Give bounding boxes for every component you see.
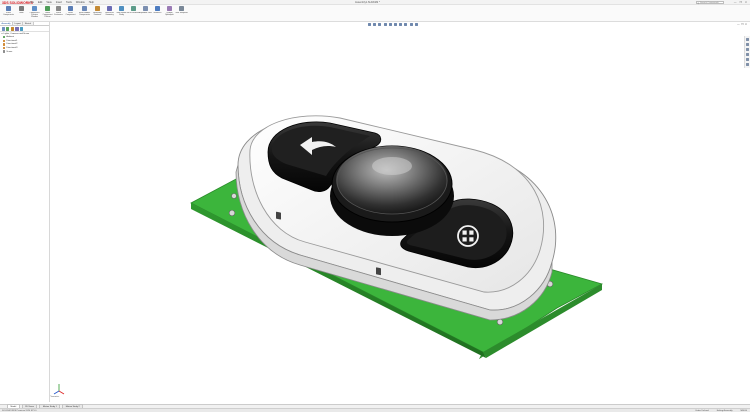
file-explorer-icon[interactable]: [745, 47, 750, 51]
cmd-icon: [143, 6, 148, 11]
cmd-icon: [179, 6, 184, 11]
units-selector[interactable]: MMGS: [741, 410, 747, 412]
menu-item-tools[interactable]: Tools: [66, 1, 72, 4]
status-version: SOLIDWORKS Premium 2024 SP1.0: [2, 409, 37, 412]
tree-item-label: Directional1: [6, 39, 18, 42]
axis-triad-icon: [53, 384, 65, 395]
cmd-button-component-preview-window[interactable]: Component Preview Window: [28, 6, 41, 21]
display-manager-icon[interactable]: [19, 27, 24, 31]
graphics-area[interactable]: [51, 22, 744, 402]
status-definition: Under Defined: [695, 409, 709, 412]
menu-item-edit[interactable]: Edit: [38, 1, 42, 4]
chevron-down-icon: ▾: [1, 32, 3, 35]
minimize-icon[interactable]: —: [734, 1, 737, 4]
property-manager-icon[interactable]: [6, 27, 10, 31]
cmd-button-take-snapshot[interactable]: Take Snapshot: [175, 6, 188, 21]
cmd-button-insert-components[interactable]: Insert Components: [2, 6, 15, 21]
tree-items: Ambient Directional1 Directional2 Direction…: [0, 36, 49, 54]
tree-item-label: Directional3: [6, 47, 18, 50]
cmd-label: Insert Components: [3, 12, 14, 17]
cmd-icon: [167, 6, 172, 11]
joystick-dome[interactable]: [330, 145, 454, 236]
cmd-label: Component Preview Window: [29, 12, 40, 19]
document-title: Assembly1.SLDASM *: [355, 1, 380, 4]
menu-item-insert[interactable]: Insert: [56, 1, 62, 4]
cmd-icon: [119, 6, 124, 11]
cmd-label: Mate: [19, 12, 24, 14]
tree-item[interactable]: Scene: [0, 50, 49, 54]
feature-manager-panel: Assembly Layout Sketch ▾ Lights, Cameras…: [0, 22, 50, 402]
cmd-icon: [45, 6, 50, 11]
cmd-button-show-hidden-components[interactable]: Show Hidden Components: [78, 6, 91, 21]
search-placeholder: Search Commands: [700, 1, 719, 4]
appearances-icon[interactable]: [745, 57, 750, 61]
cmd-button-mate[interactable]: Mate: [15, 6, 28, 21]
viewport-close-icon[interactable]: ✕: [745, 23, 747, 26]
cmd-icon: [155, 6, 160, 11]
command-manager: Insert Components Mate Component Preview W…: [0, 5, 750, 22]
scene-icon: [3, 50, 6, 53]
cmd-icon: [82, 6, 87, 11]
tree-item-label: Scene: [6, 50, 13, 53]
cmd-icon: [56, 6, 61, 11]
custom-properties-icon[interactable]: [745, 62, 750, 66]
cmd-label: Take Snapshot: [175, 12, 188, 14]
menu-item-view[interactable]: View: [46, 1, 51, 4]
feature-manager-icon[interactable]: [1, 27, 5, 31]
tab-layout[interactable]: Layout: [13, 22, 24, 25]
cmd-label: Show Hidden Components: [78, 12, 91, 17]
tree-root-label: Lights, Cameras and Scene: [3, 32, 30, 35]
tree-item-label: Directional2: [6, 43, 18, 46]
cmd-icon: [68, 6, 73, 11]
menu-item-window[interactable]: Window: [76, 1, 85, 4]
cmd-icon: [32, 6, 37, 11]
status-right: Under Defined Editing Assembly MMGS: [695, 410, 747, 412]
cmd-label: Move Component: [65, 12, 76, 17]
cmd-icon: [107, 6, 112, 11]
cmd-icon: [19, 6, 24, 11]
view-orientation-label: *Isometric: [50, 396, 60, 398]
cmd-icon: [95, 6, 100, 11]
cmd-icon: [6, 6, 11, 11]
tab-sketch[interactable]: Sketch: [23, 22, 34, 25]
app-logo[interactable]: 3DS SOLIDWORKS: [2, 1, 33, 5]
search-commands-input[interactable]: ⚲ Search Commands: [696, 0, 724, 5]
tree-item-label: Ambient: [6, 36, 15, 39]
close-icon[interactable]: ✕: [745, 1, 747, 4]
menu-item-file[interactable]: File: [30, 1, 34, 4]
joystick-module-model[interactable]: [51, 22, 744, 402]
task-pane-strip: [744, 36, 750, 68]
tab-assembly[interactable]: Assembly: [0, 22, 14, 25]
restore-icon[interactable]: ❐: [739, 1, 741, 4]
reference-triad: [52, 383, 66, 397]
window-controls: — ❐ ✕: [734, 1, 747, 4]
dimxpert-manager-icon[interactable]: [15, 27, 19, 31]
menu-item-help[interactable]: Help: [89, 1, 94, 4]
design-library-icon[interactable]: [745, 42, 750, 46]
menu-bar: File Edit View Insert Tools Window Help: [30, 1, 94, 4]
status-mode: Editing Assembly: [716, 409, 733, 412]
configuration-manager-icon[interactable]: [10, 27, 15, 31]
cmd-icon: [131, 6, 136, 11]
status-bar: SOLIDWORKS Premium 2024 SP1.0 Under Defi…: [0, 408, 750, 412]
resources-icon[interactable]: [745, 37, 750, 41]
view-palette-icon[interactable]: [745, 52, 750, 56]
cmd-button-move-component[interactable]: Move Component: [64, 6, 77, 21]
